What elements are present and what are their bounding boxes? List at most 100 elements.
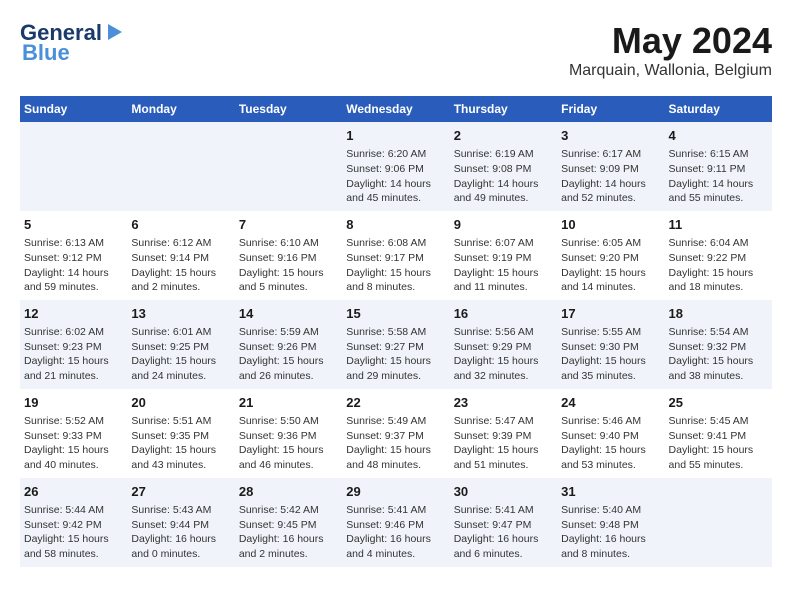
- day-info: Sunrise: 6:12 AMSunset: 9:14 PMDaylight:…: [131, 236, 230, 295]
- day-info: Sunrise: 5:45 AMSunset: 9:41 PMDaylight:…: [669, 414, 768, 473]
- calendar-week-row: 19 Sunrise: 5:52 AMSunset: 9:33 PMDayligh…: [20, 389, 772, 478]
- calendar-cell: 31 Sunrise: 5:40 AMSunset: 9:48 PMDayligh…: [557, 478, 664, 567]
- day-info: Sunrise: 6:17 AMSunset: 9:09 PMDaylight:…: [561, 147, 660, 206]
- day-info: Sunrise: 6:20 AMSunset: 9:06 PMDaylight:…: [346, 147, 445, 206]
- calendar-cell: 21 Sunrise: 5:50 AMSunset: 9:36 PMDayligh…: [235, 389, 342, 478]
- calendar-cell: 22 Sunrise: 5:49 AMSunset: 9:37 PMDayligh…: [342, 389, 449, 478]
- day-info: Sunrise: 5:41 AMSunset: 9:46 PMDaylight:…: [346, 503, 445, 562]
- day-number: 9: [454, 216, 553, 234]
- day-number: 25: [669, 394, 768, 412]
- calendar-cell: 15Sunrise: 5:58 AMSunset: 9:27 PMDayligh…: [342, 300, 449, 389]
- calendar-cell: 14 Sunrise: 5:59 AMSunset: 9:26 PMDayligh…: [235, 300, 342, 389]
- calendar-cell: 26Sunrise: 5:44 AMSunset: 9:42 PMDayligh…: [20, 478, 127, 567]
- day-number: 22: [346, 394, 445, 412]
- day-number: 29: [346, 483, 445, 501]
- day-number: 6: [131, 216, 230, 234]
- calendar-cell: [665, 478, 772, 567]
- day-info: Sunrise: 6:01 AMSunset: 9:25 PMDaylight:…: [131, 325, 230, 384]
- calendar-cell: [127, 122, 234, 211]
- calendar-cell: 19 Sunrise: 5:52 AMSunset: 9:33 PMDayligh…: [20, 389, 127, 478]
- calendar-cell: 18 Sunrise: 5:54 AMSunset: 9:32 PMDayligh…: [665, 300, 772, 389]
- day-info: Sunrise: 6:15 AMSunset: 9:11 PMDaylight:…: [669, 147, 768, 206]
- day-info: Sunrise: 6:07 AMSunset: 9:19 PMDaylight:…: [454, 236, 553, 295]
- calendar-cell: 10Sunrise: 6:05 AMSunset: 9:20 PMDayligh…: [557, 211, 664, 300]
- day-number: 14: [239, 305, 338, 323]
- day-number: 5: [24, 216, 123, 234]
- calendar-cell: 1Sunrise: 6:20 AMSunset: 9:06 PMDaylight…: [342, 122, 449, 211]
- month-title: May 2024: [569, 20, 772, 62]
- day-number: 20: [131, 394, 230, 412]
- weekday-header-row: SundayMondayTuesdayWednesdayThursdayFrid…: [20, 96, 772, 122]
- calendar-cell: 17 Sunrise: 5:55 AMSunset: 9:30 PMDayligh…: [557, 300, 664, 389]
- logo-blue: Blue: [22, 40, 70, 66]
- day-info: Sunrise: 5:52 AMSunset: 9:33 PMDaylight:…: [24, 414, 123, 473]
- day-number: 23: [454, 394, 553, 412]
- calendar-week-row: 26Sunrise: 5:44 AMSunset: 9:42 PMDayligh…: [20, 478, 772, 567]
- day-number: 12: [24, 305, 123, 323]
- day-number: 19: [24, 394, 123, 412]
- day-number: 3: [561, 127, 660, 145]
- day-info: Sunrise: 5:54 AMSunset: 9:32 PMDaylight:…: [669, 325, 768, 384]
- calendar-cell: 12 Sunrise: 6:02 AMSunset: 9:23 PMDayligh…: [20, 300, 127, 389]
- calendar-cell: 8 Sunrise: 6:08 AMSunset: 9:17 PMDaylight…: [342, 211, 449, 300]
- day-info: Sunrise: 5:49 AMSunset: 9:37 PMDaylight:…: [346, 414, 445, 473]
- day-number: 16: [454, 305, 553, 323]
- calendar-cell: 4 Sunrise: 6:15 AMSunset: 9:11 PMDaylight…: [665, 122, 772, 211]
- day-number: 8: [346, 216, 445, 234]
- day-number: 31: [561, 483, 660, 501]
- day-info: Sunrise: 5:56 AMSunset: 9:29 PMDaylight:…: [454, 325, 553, 384]
- day-number: 10: [561, 216, 660, 234]
- day-info: Sunrise: 5:55 AMSunset: 9:30 PMDaylight:…: [561, 325, 660, 384]
- weekday-header-tuesday: Tuesday: [235, 96, 342, 122]
- calendar-cell: 6 Sunrise: 6:12 AMSunset: 9:14 PMDaylight…: [127, 211, 234, 300]
- day-number: 27: [131, 483, 230, 501]
- day-number: 2: [454, 127, 553, 145]
- calendar-cell: 24Sunrise: 5:46 AMSunset: 9:40 PMDayligh…: [557, 389, 664, 478]
- calendar-cell: 29 Sunrise: 5:41 AMSunset: 9:46 PMDayligh…: [342, 478, 449, 567]
- calendar-cell: [20, 122, 127, 211]
- calendar-cell: 16 Sunrise: 5:56 AMSunset: 9:29 PMDayligh…: [450, 300, 557, 389]
- day-info: Sunrise: 6:08 AMSunset: 9:17 PMDaylight:…: [346, 236, 445, 295]
- logo-arrow-icon: [104, 22, 126, 44]
- day-number: 28: [239, 483, 338, 501]
- calendar-cell: 25 Sunrise: 5:45 AMSunset: 9:41 PMDayligh…: [665, 389, 772, 478]
- calendar-cell: 28 Sunrise: 5:42 AMSunset: 9:45 PMDayligh…: [235, 478, 342, 567]
- day-info: Sunrise: 5:47 AMSunset: 9:39 PMDaylight:…: [454, 414, 553, 473]
- day-number: 30: [454, 483, 553, 501]
- weekday-header-thursday: Thursday: [450, 96, 557, 122]
- day-info: Sunrise: 6:04 AMSunset: 9:22 PMDaylight:…: [669, 236, 768, 295]
- calendar-cell: 5 Sunrise: 6:13 AMSunset: 9:12 PMDaylight…: [20, 211, 127, 300]
- day-info: Sunrise: 5:40 AMSunset: 9:48 PMDaylight:…: [561, 503, 660, 562]
- calendar-cell: 13Sunrise: 6:01 AMSunset: 9:25 PMDayligh…: [127, 300, 234, 389]
- day-info: Sunrise: 5:43 AMSunset: 9:44 PMDaylight:…: [131, 503, 230, 562]
- day-number: 24: [561, 394, 660, 412]
- logo: General Blue: [20, 20, 126, 66]
- day-info: Sunrise: 5:50 AMSunset: 9:36 PMDaylight:…: [239, 414, 338, 473]
- calendar-cell: 2 Sunrise: 6:19 AMSunset: 9:08 PMDaylight…: [450, 122, 557, 211]
- day-info: Sunrise: 6:02 AMSunset: 9:23 PMDaylight:…: [24, 325, 123, 384]
- weekday-header-friday: Friday: [557, 96, 664, 122]
- day-info: Sunrise: 5:41 AMSunset: 9:47 PMDaylight:…: [454, 503, 553, 562]
- day-number: 15: [346, 305, 445, 323]
- day-number: 17: [561, 305, 660, 323]
- calendar-cell: [235, 122, 342, 211]
- calendar-week-row: 1Sunrise: 6:20 AMSunset: 9:06 PMDaylight…: [20, 122, 772, 211]
- day-info: Sunrise: 6:10 AMSunset: 9:16 PMDaylight:…: [239, 236, 338, 295]
- weekday-header-wednesday: Wednesday: [342, 96, 449, 122]
- day-number: 18: [669, 305, 768, 323]
- weekday-header-saturday: Saturday: [665, 96, 772, 122]
- day-number: 11: [669, 216, 768, 234]
- day-info: Sunrise: 6:19 AMSunset: 9:08 PMDaylight:…: [454, 147, 553, 206]
- day-info: Sunrise: 5:42 AMSunset: 9:45 PMDaylight:…: [239, 503, 338, 562]
- day-number: 4: [669, 127, 768, 145]
- calendar-cell: 27 Sunrise: 5:43 AMSunset: 9:44 PMDayligh…: [127, 478, 234, 567]
- day-number: 26: [24, 483, 123, 501]
- day-info: Sunrise: 5:59 AMSunset: 9:26 PMDaylight:…: [239, 325, 338, 384]
- location: Marquain, Wallonia, Belgium: [569, 62, 772, 80]
- day-info: Sunrise: 6:13 AMSunset: 9:12 PMDaylight:…: [24, 236, 123, 295]
- day-info: Sunrise: 5:51 AMSunset: 9:35 PMDaylight:…: [131, 414, 230, 473]
- calendar-week-row: 12 Sunrise: 6:02 AMSunset: 9:23 PMDayligh…: [20, 300, 772, 389]
- page-header: General Blue May 2024 Marquain, Wallonia…: [20, 20, 772, 80]
- day-number: 21: [239, 394, 338, 412]
- title-block: May 2024 Marquain, Wallonia, Belgium: [569, 20, 772, 80]
